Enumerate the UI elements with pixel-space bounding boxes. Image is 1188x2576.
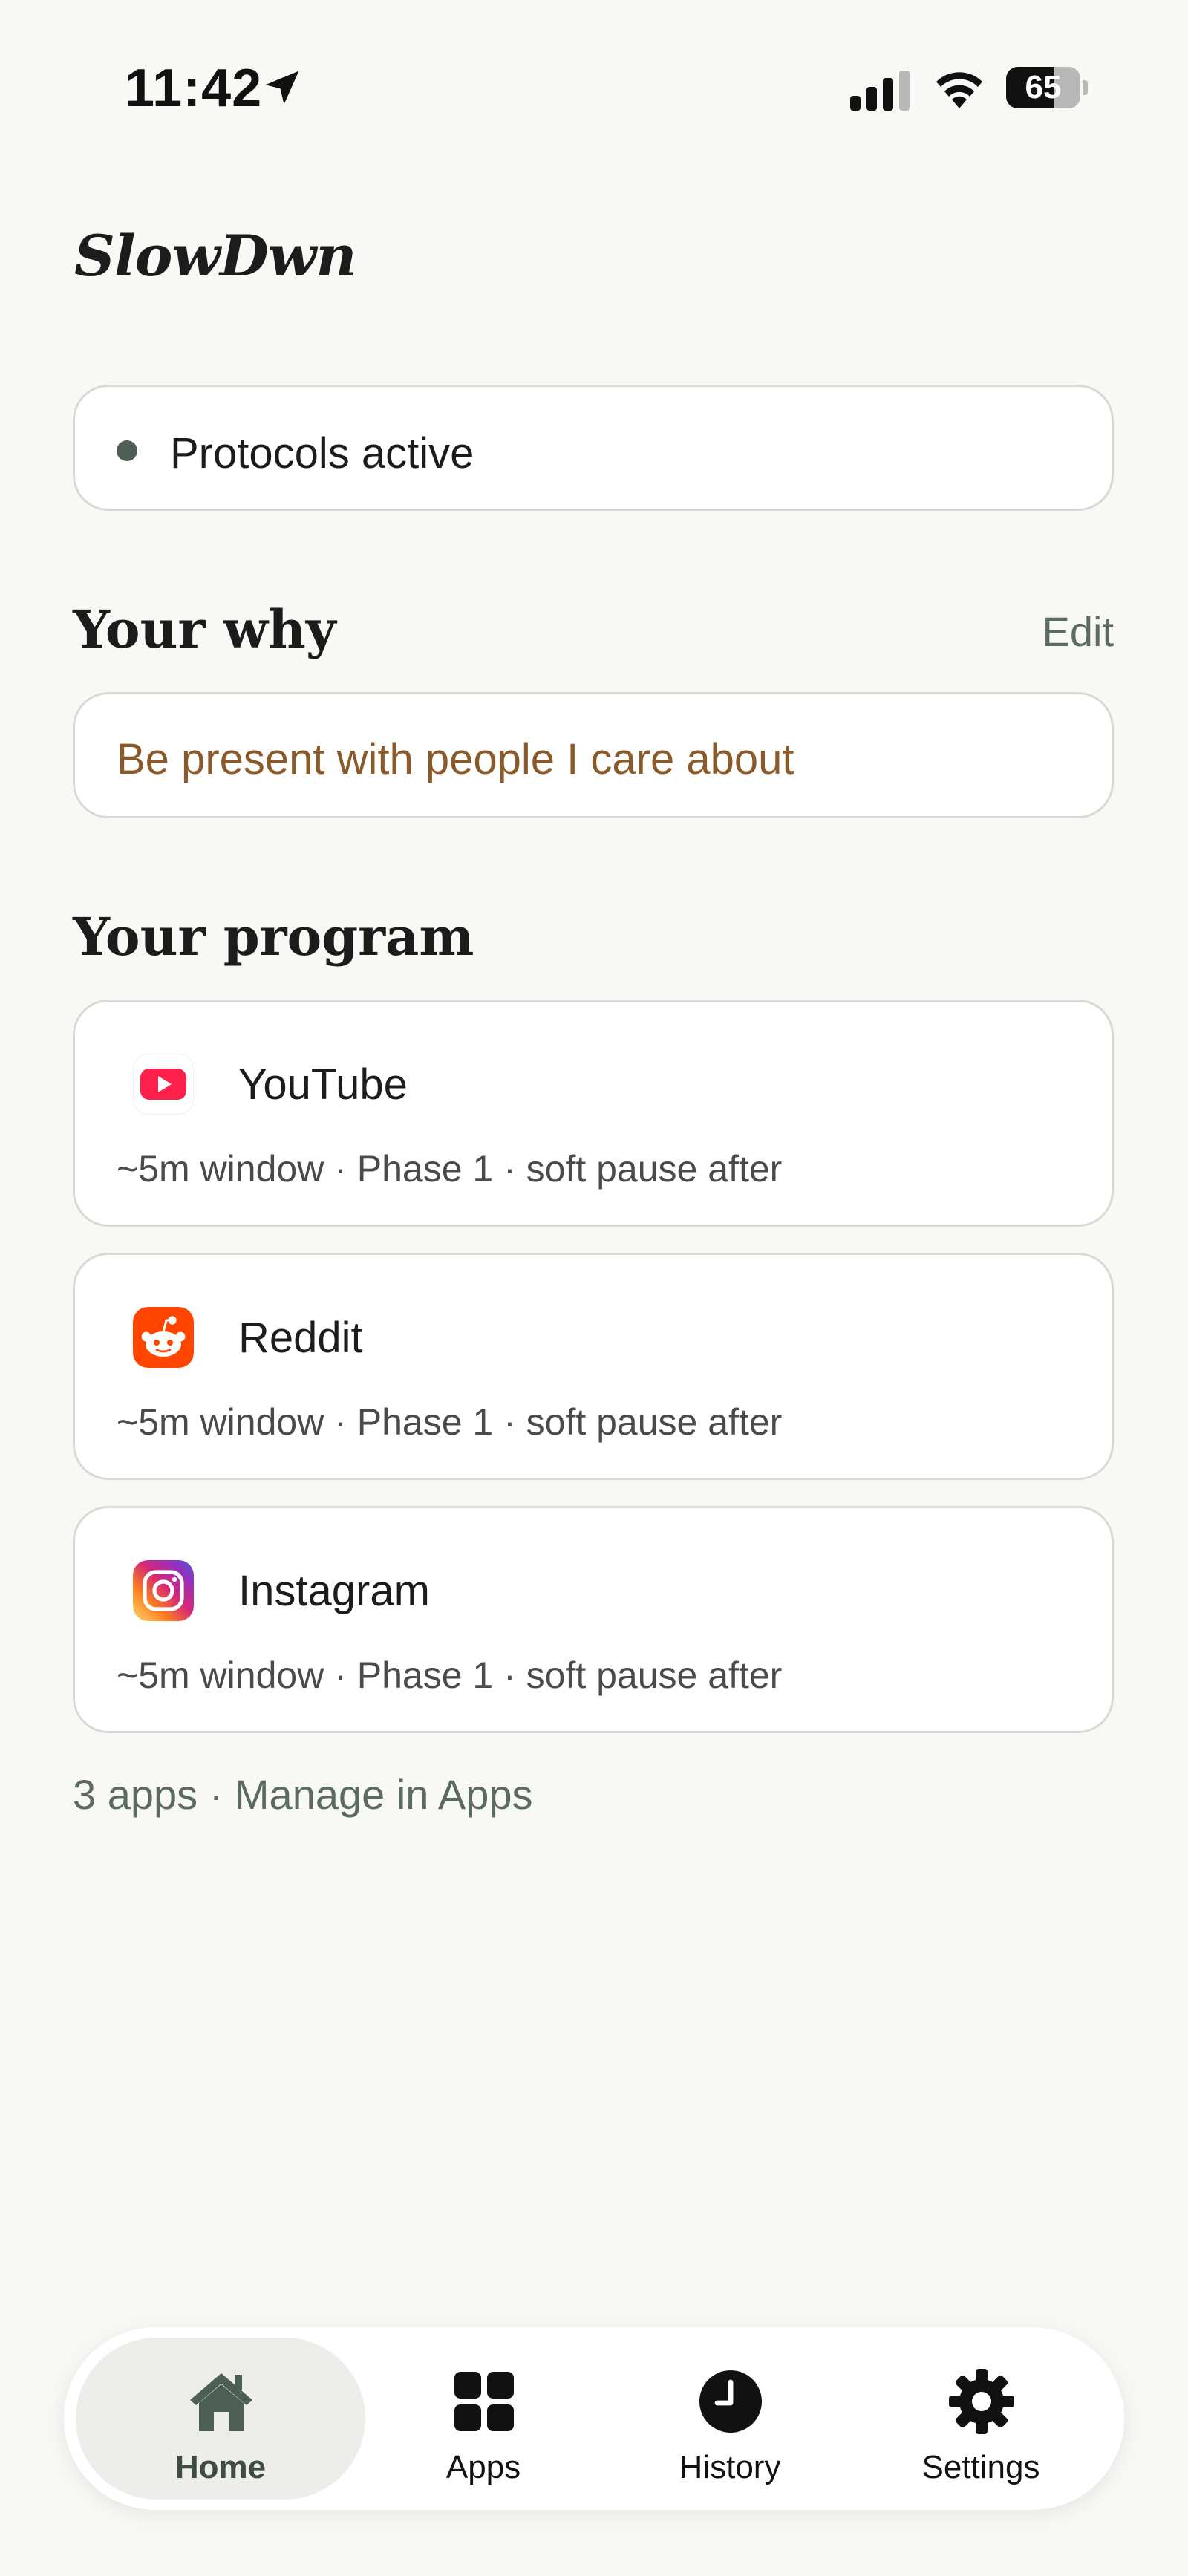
program-item-instagram[interactable]: Instagram ~5m window · Phase 1 · soft pa…: [73, 1506, 1114, 1733]
program-item-reddit[interactable]: Reddit ~5m window · Phase 1 · soft pause…: [73, 1253, 1114, 1480]
clock-icon: [699, 2370, 762, 2433]
tab-history[interactable]: History: [585, 2338, 875, 2500]
gear-icon: [949, 2369, 1014, 2434]
status-bar: 11:42 65: [0, 0, 1188, 178]
tab-label: Home: [174, 2449, 267, 2485]
app-detail: ~5m window · Phase 1 · soft pause after: [117, 1401, 783, 1443]
why-card[interactable]: Be present with people I care about: [73, 692, 1114, 818]
signal-icon: [850, 71, 910, 111]
edit-why-button[interactable]: Edit: [1042, 607, 1114, 656]
app-detail: ~5m window · Phase 1 · soft pause after: [117, 1654, 783, 1696]
tab-label: History: [679, 2449, 781, 2485]
manage-apps-link[interactable]: 3 apps · Manage in Apps: [73, 1770, 533, 1819]
program-item-youtube[interactable]: YouTube ~5m window · Phase 1 · soft paus…: [73, 1000, 1114, 1227]
tab-label: Settings: [921, 2449, 1040, 2485]
app-detail: ~5m window · Phase 1 · soft pause after: [117, 1148, 783, 1190]
app-title: SlowDwn: [74, 223, 356, 289]
why-heading: Your why: [73, 599, 336, 660]
battery-level: 65: [1025, 69, 1062, 105]
wifi-icon: [936, 72, 982, 108]
app-name: YouTube: [238, 1060, 408, 1109]
tab-bar: Home Apps History Settings: [64, 2327, 1124, 2510]
instagram-icon: [133, 1560, 194, 1621]
status-time: 11:42: [125, 59, 263, 118]
location-arrow-icon: [265, 71, 299, 105]
youtube-icon: [133, 1054, 194, 1115]
app-name: Reddit: [238, 1314, 363, 1362]
apps-grid-icon: [454, 2372, 514, 2431]
status-dot-icon: [117, 440, 137, 461]
tab-home[interactable]: Home: [76, 2338, 365, 2500]
why-text: Be present with people I care about: [117, 735, 794, 783]
app-name: Instagram: [238, 1567, 430, 1615]
battery-icon: 65: [1006, 67, 1088, 108]
reddit-icon: [133, 1307, 194, 1368]
status-label: Protocols active: [170, 429, 474, 477]
tab-settings[interactable]: Settings: [836, 2338, 1126, 2500]
protocols-status-card: Protocols active: [73, 385, 1114, 511]
program-heading: Your program: [73, 906, 474, 968]
home-icon: [190, 2373, 252, 2431]
